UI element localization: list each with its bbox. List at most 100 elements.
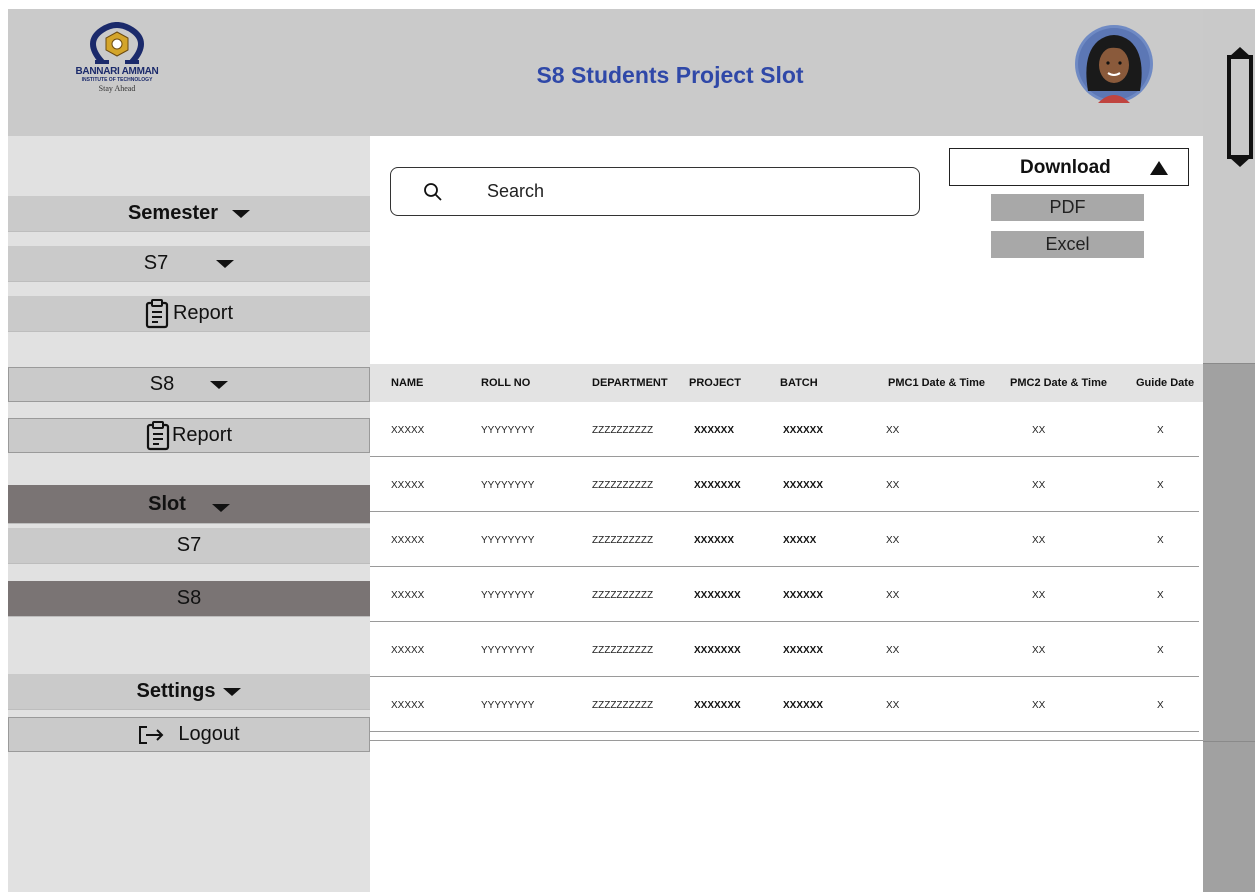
download-excel-option[interactable]: Excel [991, 231, 1144, 258]
chevron-down-icon [232, 209, 251, 218]
divider [1203, 363, 1255, 364]
right-panel-top [1203, 9, 1255, 363]
chevron-down-icon [223, 687, 242, 696]
row-divider [370, 511, 1199, 512]
table-cell: XX [1032, 535, 1046, 546]
logout-button[interactable]: Logout [8, 717, 370, 752]
slot-s7-item[interactable]: S7 [8, 528, 370, 564]
chevron-down-icon [211, 504, 230, 512]
table-cell: XX [886, 425, 900, 436]
table-cell: YYYYYYYY [481, 590, 535, 601]
table-cell: XX [886, 590, 900, 601]
divider [1203, 741, 1255, 742]
search-input[interactable]: Search [390, 167, 920, 216]
table-cell: YYYYYYYY [481, 645, 535, 656]
page-title: S8 Students Project Slot [536, 62, 804, 88]
table-cell: X [1157, 535, 1164, 546]
logout-label: Logout [178, 723, 240, 745]
column-header[interactable]: PMC2 Date & Time [1010, 377, 1107, 389]
table-cell: XXXXXXX [694, 480, 741, 491]
report-label: Report [171, 424, 233, 446]
row-divider [370, 676, 1199, 677]
table-cell: XXXXX [391, 700, 425, 711]
slot-s8-item[interactable]: S8 [8, 581, 370, 617]
column-header[interactable]: Guide Date [1136, 377, 1194, 389]
table-cell: ZZZZZZZZZZ [592, 425, 654, 436]
download-label: Download [1020, 157, 1111, 178]
report-label: Report [172, 302, 234, 324]
s8-label: S8 [149, 373, 175, 395]
slot-s7-label: S7 [176, 534, 202, 556]
logo-subtitle: INSTITUTE OF TECHNOLOGY [81, 77, 153, 83]
user-avatar[interactable] [1068, 25, 1160, 103]
slot-dropdown[interactable]: Slot [8, 485, 370, 524]
s7-label: S7 [143, 252, 169, 274]
column-header[interactable]: PMC1 Date & Time [888, 377, 985, 389]
table-cell: XX [1032, 700, 1046, 711]
table-cell: X [1157, 700, 1164, 711]
clipboard-icon [146, 420, 170, 450]
table-cell: X [1157, 590, 1164, 601]
chevron-up-icon [1150, 161, 1168, 175]
table-cell: ZZZZZZZZZZ [592, 590, 654, 601]
chevron-down-icon [216, 259, 235, 268]
table-cell: XXXXXX [694, 425, 735, 436]
logo-emblem-icon [90, 22, 144, 65]
table-cell: XX [1032, 480, 1046, 491]
table-cell: X [1157, 425, 1164, 436]
table-cell: XXXXX [391, 480, 425, 491]
table-cell: YYYYYYYY [481, 535, 535, 546]
search-icon [424, 183, 442, 201]
table-cell: ZZZZZZZZZZ [592, 535, 654, 546]
table-cell: XXXXXXX [694, 645, 741, 656]
table-cell: XXXXXX [783, 425, 824, 436]
table-cell: XXXXX [391, 590, 425, 601]
table-bottom-border [370, 740, 1203, 741]
table-cell: X [1157, 480, 1164, 491]
table-cell: XX [1032, 590, 1046, 601]
table-cell: XXXXX [391, 645, 425, 656]
table-cell: XXXXXXX [694, 700, 741, 711]
search-placeholder: Search [487, 181, 545, 201]
column-header[interactable]: PROJECT [689, 377, 741, 389]
row-divider [370, 456, 1199, 457]
row-divider [370, 731, 1199, 732]
table-cell: XX [886, 535, 900, 546]
column-header[interactable]: BATCH [780, 377, 818, 389]
table-cell: XXXXXX [783, 700, 824, 711]
scroll-handle-icon[interactable] [1225, 47, 1255, 167]
semester-s7-dropdown[interactable]: S7 [8, 246, 370, 282]
table-cell: XX [886, 480, 900, 491]
table-cell: ZZZZZZZZZZ [592, 480, 654, 491]
table-cell: YYYYYYYY [481, 700, 535, 711]
column-header[interactable]: ROLL NO [481, 377, 530, 389]
download-pdf-option[interactable]: PDF [991, 194, 1144, 221]
semester-dropdown[interactable]: Semester [8, 196, 370, 232]
settings-dropdown[interactable]: Settings [8, 674, 370, 710]
table-cell: XXXXXX [783, 480, 824, 491]
column-header[interactable]: DEPARTMENT [592, 377, 668, 389]
chevron-down-icon [210, 380, 229, 389]
report-button-s7[interactable]: Report [8, 296, 370, 332]
table-cell: XXXXXXX [694, 590, 741, 601]
table-cell: XXXXX [783, 535, 817, 546]
table-cell: XX [1032, 425, 1046, 436]
settings-label: Settings [136, 680, 216, 702]
report-button-s8[interactable]: Report [8, 418, 370, 453]
table-cell: ZZZZZZZZZZ [592, 700, 654, 711]
table-cell: XXXXX [391, 425, 425, 436]
clipboard-icon [145, 298, 169, 328]
semester-label: Semester [127, 202, 219, 224]
download-dropdown[interactable]: Download [949, 148, 1189, 186]
table-cell: XX [886, 700, 900, 711]
table-cell: X [1157, 645, 1164, 656]
logo-tagline: Stay Ahead [98, 84, 136, 93]
column-header[interactable]: NAME [391, 377, 423, 389]
table-cell: YYYYYYYY [481, 425, 535, 436]
semester-s8-dropdown[interactable]: S8 [8, 367, 370, 402]
row-divider [370, 566, 1199, 567]
table-cell: XX [886, 645, 900, 656]
table-cell: XXXXX [391, 535, 425, 546]
table-cell: XX [1032, 645, 1046, 656]
slot-label: Slot [148, 492, 186, 515]
